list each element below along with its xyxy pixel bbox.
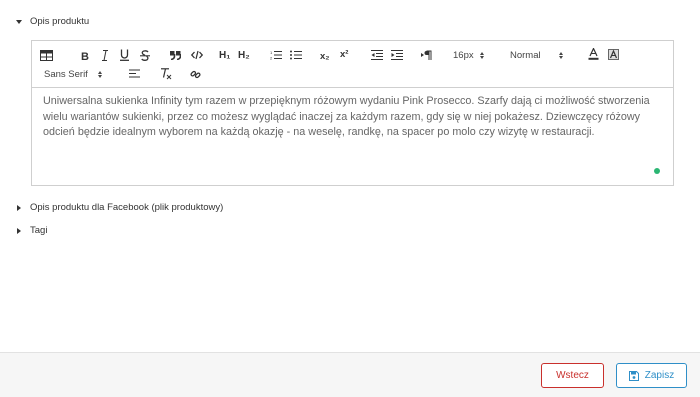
section-label: Opis produktu bbox=[30, 16, 90, 27]
back-button[interactable]: Wstecz bbox=[541, 363, 604, 388]
back-button-label: Wstecz bbox=[556, 370, 589, 381]
heading-2-button[interactable]: H₂ bbox=[238, 48, 250, 62]
caret-right-icon bbox=[17, 204, 21, 211]
superscript-button[interactable]: x² bbox=[340, 47, 348, 61]
save-button-label: Zapisz bbox=[644, 370, 675, 381]
background-color-icon[interactable] bbox=[608, 47, 619, 61]
bold-icon[interactable]: B bbox=[81, 48, 90, 62]
align-icon[interactable] bbox=[129, 67, 140, 81]
outdent-icon[interactable] bbox=[371, 48, 383, 62]
section-toggle-tags[interactable]: Tagi bbox=[16, 225, 47, 236]
code-icon[interactable] bbox=[191, 48, 203, 62]
save-button[interactable]: Zapisz bbox=[616, 363, 687, 388]
clear-format-icon[interactable] bbox=[160, 67, 172, 81]
text-color-icon[interactable] bbox=[588, 47, 599, 61]
subscript-button[interactable]: x₂ bbox=[320, 49, 330, 63]
italic-icon[interactable] bbox=[101, 48, 109, 62]
link-icon[interactable] bbox=[190, 67, 201, 81]
underline-icon[interactable] bbox=[120, 48, 129, 62]
text-direction-icon[interactable] bbox=[421, 48, 432, 62]
caret-down-icon bbox=[16, 19, 22, 24]
ordered-list-icon[interactable]: 12 bbox=[270, 48, 282, 62]
svg-text:1: 1 bbox=[270, 50, 273, 55]
heading-value: Normal bbox=[510, 49, 541, 61]
font-family-select[interactable]: Sans Serif bbox=[44, 67, 102, 81]
rich-text-editor: B H₁ H₂ 12 x₂ x² 16px Normal Sans Serif … bbox=[31, 40, 674, 186]
section-toggle-description[interactable]: Opis produktu bbox=[16, 16, 89, 27]
form-panel: Opis produktu B H₁ H₂ 1 2 x₂ x² 16px Nor… bbox=[0, 0, 700, 352]
heading-select[interactable]: Normal bbox=[510, 48, 563, 62]
select-arrows-icon bbox=[558, 51, 563, 59]
table-icon[interactable] bbox=[40, 48, 53, 62]
modal-footer: Wstecz Zapisz bbox=[0, 352, 700, 397]
section-toggle-facebook[interactable]: Opis produktu dla Facebook (plik produkt… bbox=[16, 202, 223, 213]
font-size-value: 16px bbox=[453, 49, 474, 61]
bullet-list-icon[interactable] bbox=[290, 48, 302, 62]
svg-text:2: 2 bbox=[270, 56, 273, 61]
font-size-select[interactable]: 16px bbox=[453, 48, 484, 62]
status-dot bbox=[654, 168, 660, 174]
save-icon bbox=[628, 370, 639, 381]
section-label: Opis produktu dla Facebook (plik produkt… bbox=[30, 202, 224, 213]
editor-text: Uniwersalna sukienka Infinity tym razem … bbox=[43, 95, 650, 138]
caret-right-icon bbox=[17, 227, 21, 234]
strikethrough-icon[interactable] bbox=[140, 48, 150, 62]
select-arrows-icon bbox=[479, 51, 484, 59]
heading-1-button[interactable]: H₁ bbox=[219, 48, 230, 62]
font-family-value: Sans Serif bbox=[44, 68, 88, 80]
select-arrows-icon bbox=[97, 70, 102, 78]
section-label: Tagi bbox=[30, 225, 48, 236]
editor-content[interactable]: Uniwersalna sukienka Infinity tym razem … bbox=[32, 88, 673, 185]
blockquote-icon[interactable] bbox=[170, 48, 181, 62]
indent-icon[interactable] bbox=[391, 48, 403, 62]
svg-text:B: B bbox=[81, 51, 89, 61]
editor-toolbar: B H₁ H₂ 12 x₂ x² 16px Normal Sans Serif bbox=[32, 41, 673, 88]
